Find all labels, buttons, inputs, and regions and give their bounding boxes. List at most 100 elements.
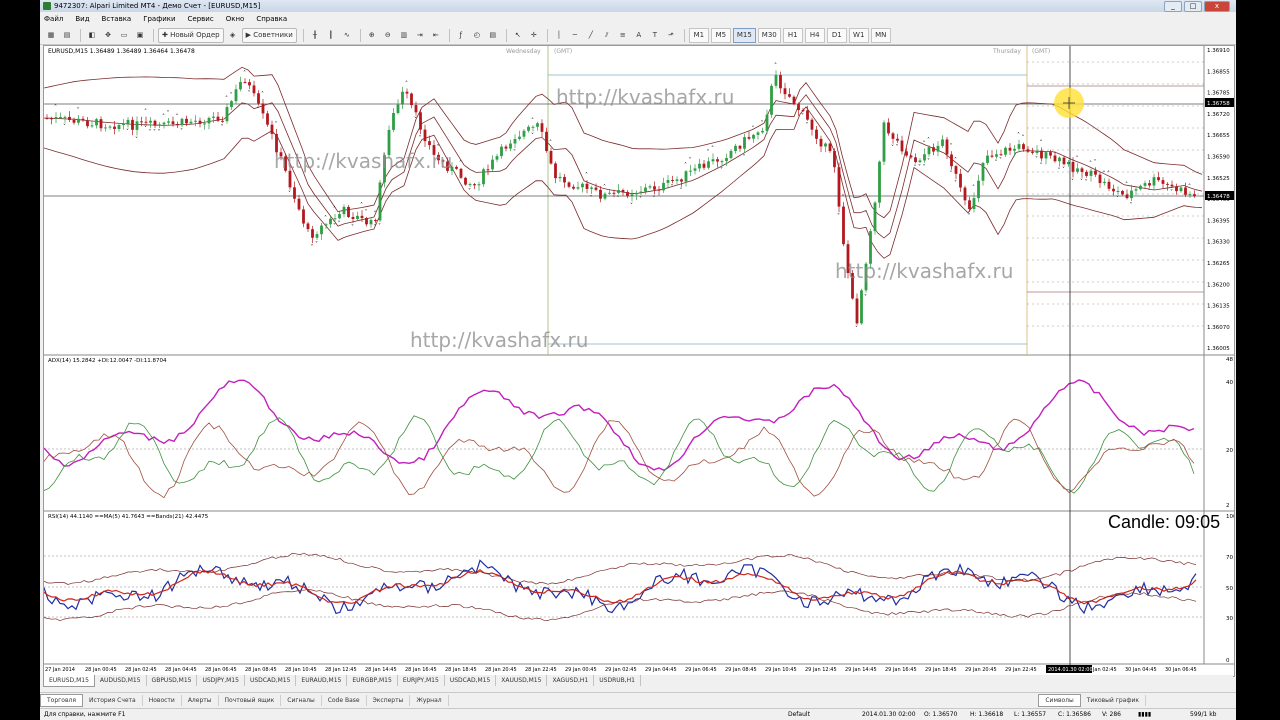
time-label: 28 Jan 08:45 [245, 667, 277, 673]
navigator-icon[interactable]: ✥ [101, 28, 115, 43]
terminal-tab-trade[interactable]: Торговля [40, 693, 83, 707]
tf-m1[interactable]: M1 [688, 27, 709, 43]
terminal-tab-mailbox[interactable]: Почтовый ящик [219, 694, 282, 706]
candle-body [842, 206, 845, 245]
profiles-icon[interactable]: ▤ [60, 28, 74, 43]
channel-icon[interactable]: ⫽ [600, 28, 614, 43]
candle-body [459, 168, 463, 178]
fractal-down-icon: ˅ [63, 124, 66, 131]
symbol-tab-audusd[interactable]: AUDUSD,M15 [95, 675, 147, 686]
tf-w1[interactable]: W1 [848, 27, 869, 43]
chart-shift-icon[interactable]: ⇤ [429, 28, 443, 43]
line-chart-icon[interactable]: ∿ [340, 28, 354, 43]
tab-tick-chart[interactable]: Тиковый график [1081, 694, 1146, 706]
candle-body [599, 189, 602, 199]
fractal-up-icon: ˄ [1103, 170, 1106, 177]
terminal-icon[interactable]: ▭ [117, 28, 131, 43]
symbol-tab-euraud[interactable]: EURAUD,M15 [296, 675, 348, 686]
symbol-tab-xauusd[interactable]: XAUUSD,M15 [496, 675, 548, 686]
menu-tools[interactable]: Сервис [188, 15, 214, 23]
symbol-tab-eurusd[interactable]: EURUSD,M15 [43, 675, 95, 687]
maximize-button[interactable]: □ [1184, 1, 1202, 12]
candle-body [1184, 187, 1187, 195]
tester-icon[interactable]: ▣ [133, 28, 147, 43]
crosshair-icon[interactable]: ✛ [527, 28, 541, 43]
price-label: 1.36785 [1207, 91, 1230, 97]
symbol-tab-usdcad[interactable]: USDCAD,M15 [245, 675, 297, 686]
menu-charts[interactable]: Графики [143, 15, 175, 23]
tf-m5[interactable]: M5 [710, 27, 731, 43]
bar-chart-icon[interactable]: ╫ [308, 28, 322, 43]
price-label: 1.36720 [1207, 112, 1230, 118]
menu-help[interactable]: Справка [256, 15, 287, 23]
fibo-icon[interactable]: ≡ [616, 28, 630, 43]
symbol-tab-eurjpy[interactable]: EURJPY,M15 [398, 675, 445, 686]
symbol-tab-usdrub[interactable]: USDRUB,H1 [594, 675, 641, 686]
tile-icon[interactable]: ▥ [397, 28, 411, 43]
menu-view[interactable]: Вид [75, 15, 89, 23]
chart-canvas[interactable]: EURUSD,M15 1.36489 1.36489 1.36464 1.364… [43, 46, 1236, 676]
symbol-tab-usdjpy[interactable]: USDJPY,M15 [197, 675, 245, 686]
candle-body [491, 159, 494, 170]
price-label: 1.36330 [1207, 240, 1230, 246]
fractal-up-icon: ˄ [167, 110, 170, 117]
tf-h4[interactable]: H4 [804, 27, 825, 43]
autoscroll-icon[interactable]: ⇥ [413, 28, 427, 43]
tf-h1[interactable]: H1 [782, 27, 803, 43]
candle-body [455, 166, 458, 169]
terminal-tab-journal[interactable]: Журнал [410, 694, 449, 706]
candle-body [473, 184, 476, 186]
indicators-icon[interactable]: ƒ [454, 28, 468, 43]
market-watch-icon[interactable]: ◧ [85, 28, 99, 43]
candle-body [585, 183, 589, 189]
cursor-icon[interactable]: ↖ [511, 28, 525, 43]
chart-window[interactable]: EURUSD,M15 1.36489 1.36489 1.36464 1.364… [43, 45, 1236, 677]
menu-insert[interactable]: Вставка [102, 15, 132, 23]
minimize-button[interactable]: _ [1164, 1, 1182, 12]
adx-level-label: 48 [1226, 357, 1233, 363]
candle-body [1058, 157, 1061, 162]
fractal-down-icon: ˅ [374, 224, 377, 231]
candle-body [1112, 188, 1115, 192]
tf-m30[interactable]: M30 [757, 27, 781, 43]
terminal-tab-experts[interactable]: Эксперты [367, 694, 411, 706]
label-icon[interactable]: T [648, 28, 662, 43]
tf-m15[interactable]: M15 [732, 27, 756, 43]
experts-button[interactable]: ▶ Советники [241, 27, 297, 43]
trendline-icon[interactable]: ╱ [584, 28, 598, 43]
candle-body [405, 91, 409, 94]
terminal-tab-codebase[interactable]: Code Base [322, 694, 367, 706]
terminal-tab-signals[interactable]: Сигналы [281, 694, 322, 706]
candle-body [378, 182, 382, 221]
menu-window[interactable]: Окно [226, 15, 245, 23]
symbol-tab-gbpusd[interactable]: GBPUSD,M15 [147, 675, 198, 686]
candle-body [1157, 177, 1160, 181]
tf-mn[interactable]: MN [870, 27, 891, 43]
fractal-up-icon: ˄ [684, 162, 687, 169]
tf-d1[interactable]: D1 [826, 27, 847, 43]
zoom-out-icon[interactable]: ⊖ [381, 28, 395, 43]
terminal-tab-news[interactable]: Новости [143, 694, 182, 706]
horizontal-line-icon[interactable]: ─ [568, 28, 582, 43]
symbol-tab-xagusd[interactable]: XAGUSD,H1 [547, 675, 595, 686]
candle-body [806, 110, 809, 120]
vertical-line-icon[interactable]: │ [552, 28, 566, 43]
templates-icon[interactable]: ▤ [486, 28, 500, 43]
new-order-button[interactable]: ✚ Новый Ордер [158, 27, 224, 43]
zoom-in-icon[interactable]: ⊕ [365, 28, 379, 43]
new-chart-icon[interactable]: ▦ [44, 28, 58, 43]
terminal-tab-alerts[interactable]: Алерты [182, 694, 219, 706]
candlestick-icon[interactable]: ┃ [324, 28, 338, 43]
arrows-icon[interactable]: ⬏ [664, 28, 678, 43]
periods-icon[interactable]: ◴ [470, 28, 484, 43]
text-icon[interactable]: A [632, 28, 646, 43]
candle-body [482, 169, 485, 185]
terminal-tab-history[interactable]: История Счета [83, 694, 143, 706]
meta-editor-icon[interactable]: ◈ [226, 28, 240, 43]
tab-symbols[interactable]: Символы [1038, 693, 1081, 707]
menu-file[interactable]: Файл [44, 15, 63, 23]
symbol-tab-usdcad-2[interactable]: USDCAD,M15 [445, 675, 497, 686]
close-button[interactable]: x [1204, 1, 1230, 12]
candle-body [792, 96, 796, 105]
symbol-tab-eurgbp[interactable]: EURGBP,M15 [347, 675, 398, 686]
